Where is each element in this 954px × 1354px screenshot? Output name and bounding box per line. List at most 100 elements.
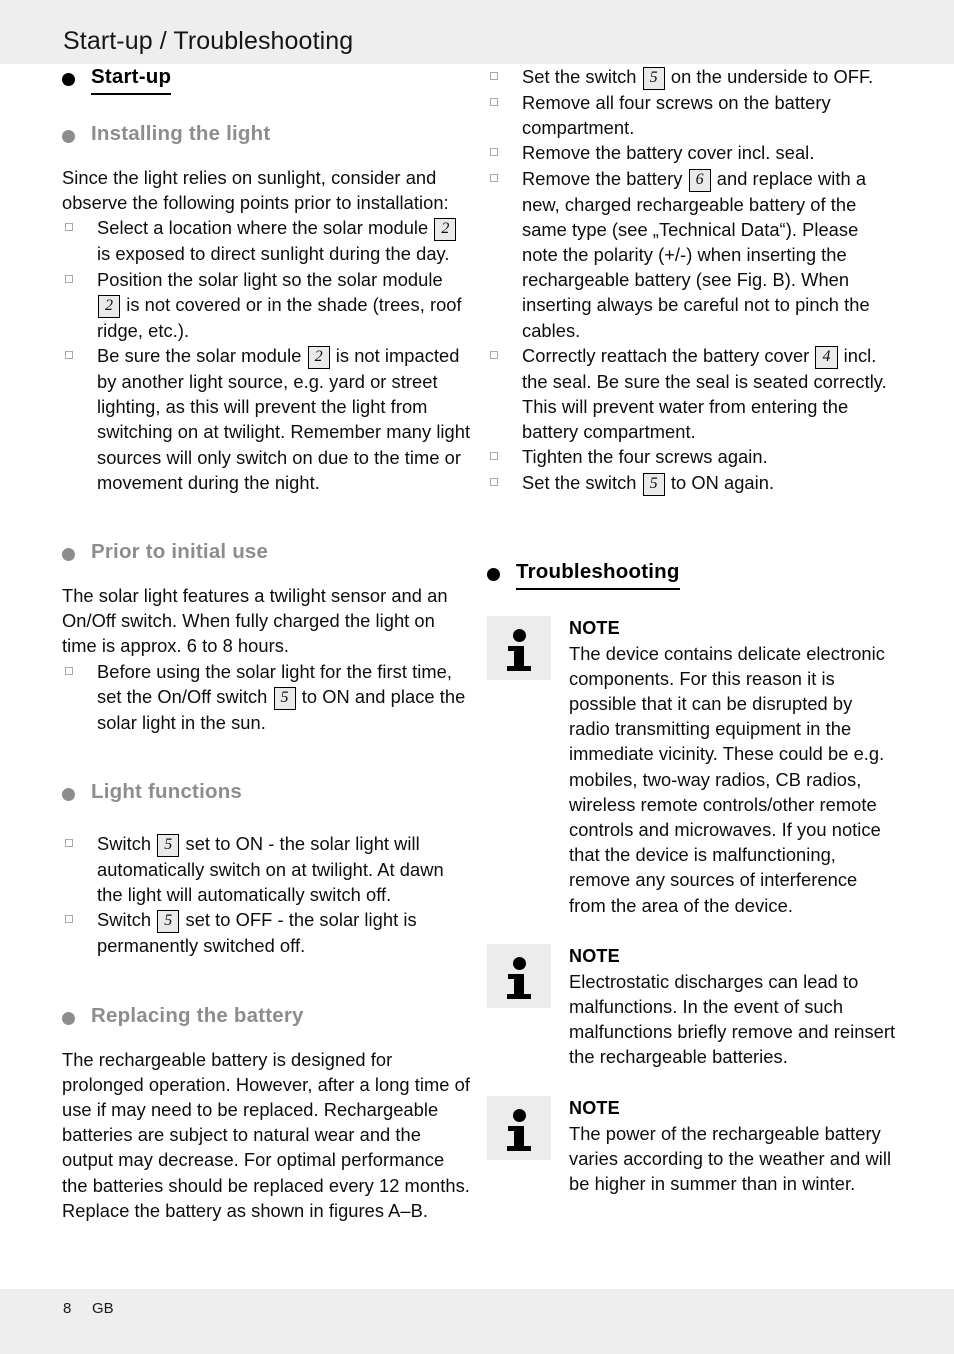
info-i-icon — [487, 1095, 551, 1160]
list-item-text-post: and replace with a new, charged recharge… — [522, 167, 870, 341]
part-reference-badge: 6 — [688, 168, 711, 192]
page-footer: 8 GB — [0, 1289, 954, 1354]
note-block: NOTE The power of the rechargeable batte… — [487, 1095, 896, 1197]
list-item: Before using the solar light for the fir… — [62, 659, 471, 735]
part-reference-badge: 5 — [273, 686, 296, 710]
heading-replacing-battery-label: Replacing the battery — [91, 1003, 304, 1027]
square-bullet-icon — [490, 148, 498, 157]
battery-replacement-steps-list: Set the switch 5 on the underside to OFF… — [487, 64, 896, 496]
heading-prior-to-initial-use: Prior to initial use — [62, 539, 471, 565]
info-i-dot — [512, 956, 526, 970]
right-column: Set the switch 5 on the underside to OFF… — [487, 64, 896, 1196]
square-bullet-icon — [490, 452, 498, 461]
square-bullet-icon — [490, 173, 498, 182]
locale-code: GB — [92, 1300, 114, 1317]
list-item-text-post: is not impacted by another light source,… — [97, 345, 471, 493]
note-body: NOTE Electrostatic discharges can lead t… — [569, 944, 896, 1070]
note-title: NOTE — [569, 617, 620, 638]
heading-replacing-the-battery: Replacing the battery — [62, 1003, 471, 1029]
filled-circle-icon — [62, 73, 75, 86]
square-bullet-icon — [65, 666, 73, 675]
page-body: Start-up Installing the light Since the … — [0, 64, 954, 1289]
heading-start-up-label: Start-up — [91, 64, 172, 95]
note-body: NOTE The device contains delicate electr… — [569, 616, 896, 918]
note-block: NOTE Electrostatic discharges can lead t… — [487, 943, 896, 1070]
heading-prior-use-label: Prior to initial use — [91, 540, 269, 564]
info-i-dot — [512, 628, 526, 642]
list-item: Remove the battery cover incl. seal. — [487, 140, 896, 165]
square-bullet-icon — [65, 223, 73, 232]
list-item: Select a location where the solar module… — [62, 215, 471, 266]
list-item: Remove all four screws on the battery co… — [487, 90, 896, 140]
info-i-dot — [512, 1108, 526, 1122]
heading-troubleshooting: Troubleshooting — [487, 559, 896, 590]
square-bullet-icon — [65, 274, 73, 283]
list-item: Set the switch 5 to ON again. — [487, 470, 896, 496]
part-reference-badge: 2 — [434, 218, 457, 242]
filled-circle-icon — [62, 1011, 75, 1025]
square-bullet-icon — [65, 915, 73, 924]
square-bullet-icon — [490, 98, 498, 106]
note-title: NOTE — [569, 1097, 620, 1118]
square-bullet-icon — [490, 350, 498, 359]
heading-troubleshooting-label: Troubleshooting — [516, 559, 680, 590]
installing-intro-paragraph: Since the light relies on sunlight, cons… — [62, 167, 449, 214]
running-header: Start-up / Troubleshooting — [0, 0, 954, 64]
list-item-text-pre: Tighten the four screws again. — [522, 446, 768, 468]
note-block: NOTE The device contains delicate electr… — [487, 615, 896, 918]
prior-use-paragraph: The solar light features a twilight sens… — [62, 585, 448, 657]
list-item-text-post: to ON again. — [670, 471, 775, 493]
list-item-text-post: on the underside to OFF. — [670, 66, 874, 87]
info-i-foot — [507, 993, 531, 999]
heading-start-up: Start-up — [62, 64, 471, 95]
prior-use-steps-list: Before using the solar light for the fir… — [62, 659, 471, 735]
info-i-foot — [507, 1145, 531, 1151]
list-item-text-pre: Select a location where the solar module — [97, 217, 429, 239]
part-reference-badge: 2 — [307, 346, 330, 370]
list-item: Correctly reattach the battery cover 4 i… — [487, 343, 896, 445]
list-item-text-pre: Correctly reattach the battery cover — [522, 344, 810, 366]
list-item-text-pre: Set the switch — [522, 66, 637, 87]
square-bullet-icon — [490, 477, 498, 486]
square-bullet-icon — [65, 839, 73, 848]
filled-circle-icon — [62, 788, 75, 802]
info-i-foot — [507, 665, 531, 671]
heading-installing-the-light: Installing the light — [62, 121, 471, 147]
heading-installing-label: Installing the light — [91, 122, 271, 145]
note-body: NOTE The power of the rechargeable batte… — [569, 1096, 896, 1197]
info-i-icon — [487, 615, 551, 680]
filled-circle-icon — [487, 567, 500, 581]
filled-circle-icon — [62, 130, 75, 143]
part-reference-badge: 2 — [98, 294, 121, 318]
page-title: Start-up / Troubleshooting — [63, 27, 354, 55]
list-item-text-post: is exposed to direct sunlight during the… — [97, 243, 450, 265]
part-reference-badge: 5 — [642, 67, 665, 90]
list-item-text-pre: Remove the battery — [522, 167, 683, 189]
page-number: 8 — [63, 1300, 72, 1317]
installing-steps-list: Select a location where the solar module… — [62, 215, 471, 495]
part-reference-badge: 5 — [157, 834, 180, 858]
list-item: Position the solar light so the solar mo… — [62, 267, 471, 343]
heading-light-functions-label: Light functions — [91, 780, 243, 804]
list-item: Switch 5 set to OFF - the solar light is… — [62, 907, 471, 958]
list-item: Switch 5 set to ON - the solar light wil… — [62, 831, 471, 907]
note-text: The device contains delicate electronic … — [569, 642, 885, 916]
list-item-text-pre: Be sure the solar module — [97, 345, 302, 367]
list-item-text-pre: Switch — [97, 909, 152, 931]
square-bullet-icon — [490, 72, 498, 80]
